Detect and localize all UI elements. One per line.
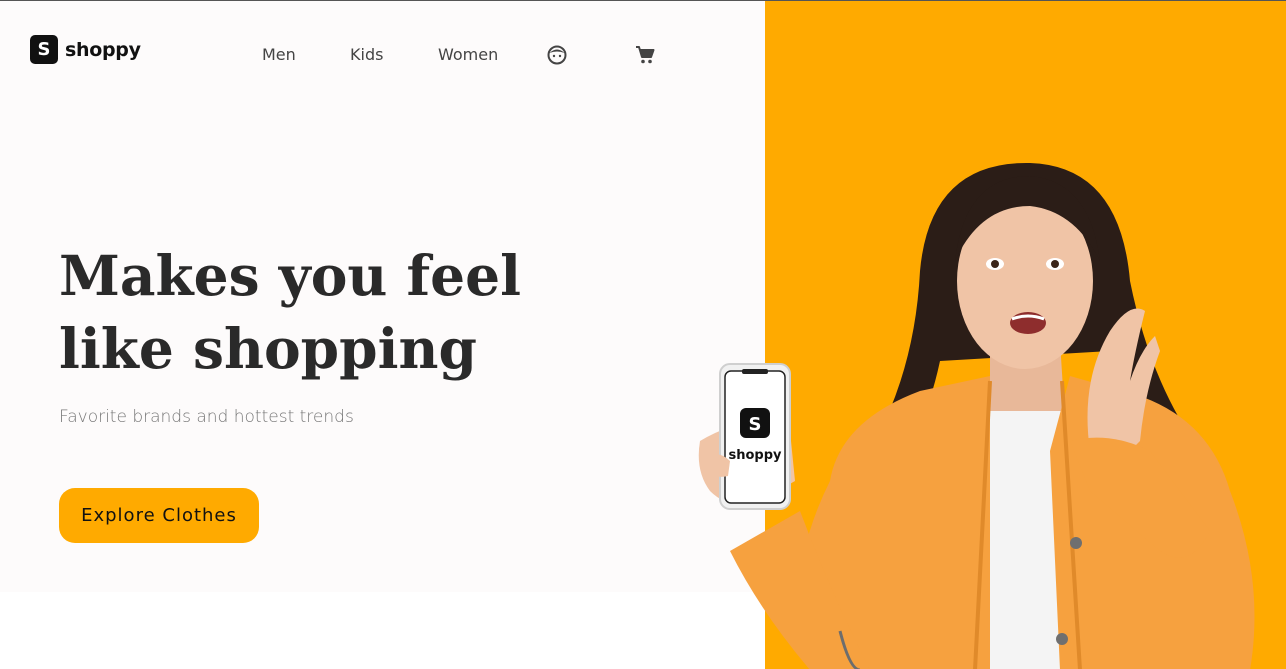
logo-mark-icon: S bbox=[30, 35, 58, 64]
headline-line-1: Makes you feel bbox=[59, 243, 522, 308]
brand-logo[interactable]: S shoppy bbox=[30, 35, 141, 64]
hero-subline: Favorite brands and hottest trends bbox=[59, 407, 354, 427]
headline-line-2: like shopping bbox=[59, 316, 477, 381]
brand-name: shoppy bbox=[65, 38, 141, 61]
phone-logo-mark: S bbox=[749, 414, 762, 435]
cart-icon[interactable] bbox=[634, 44, 656, 66]
nav-link-kids[interactable]: Kids bbox=[350, 45, 383, 64]
phone-brand-name: shoppy bbox=[728, 448, 782, 463]
avatar-icon[interactable] bbox=[546, 44, 568, 66]
hero-headline: Makes you feel like shopping bbox=[59, 239, 579, 385]
explore-clothes-button[interactable]: Explore Clothes bbox=[59, 488, 259, 543]
hero-image: S shoppy bbox=[690, 151, 1286, 669]
nav-link-women[interactable]: Women bbox=[438, 45, 498, 64]
nav-link-men[interactable]: Men bbox=[262, 45, 296, 64]
